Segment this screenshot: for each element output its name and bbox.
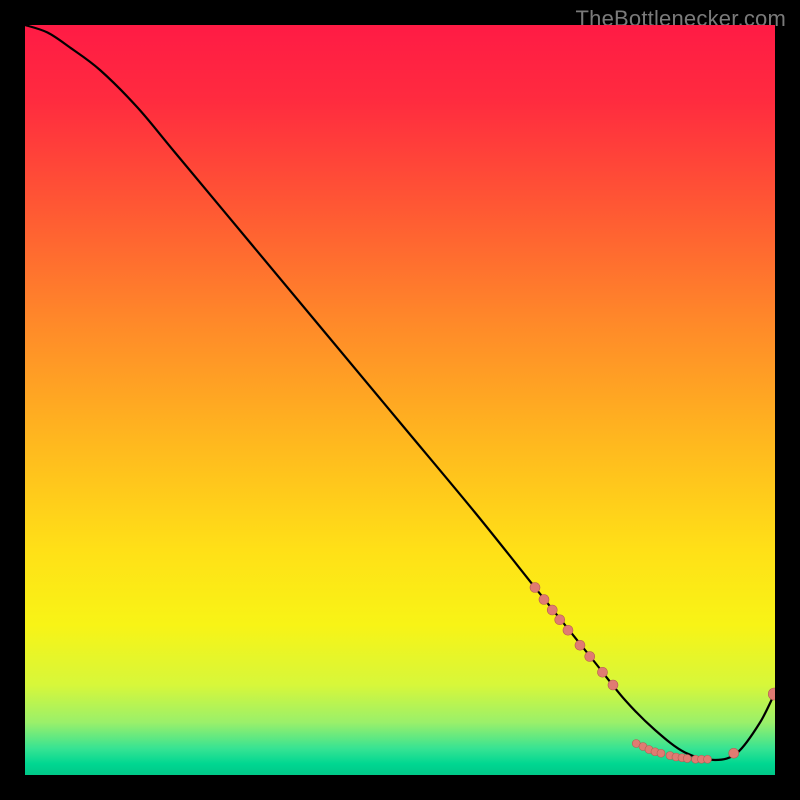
data-marker — [585, 652, 595, 662]
data-marker — [563, 625, 573, 635]
data-marker — [683, 755, 691, 763]
data-marker — [530, 583, 540, 593]
data-marker — [704, 755, 712, 763]
data-marker — [539, 595, 549, 605]
data-marker — [657, 749, 665, 757]
data-marker — [547, 605, 557, 615]
data-marker — [575, 640, 585, 650]
data-marker — [555, 615, 565, 625]
data-marker — [608, 680, 618, 690]
data-marker — [729, 748, 739, 758]
gradient-background — [25, 25, 775, 775]
plot-area — [25, 25, 775, 775]
data-marker — [598, 667, 608, 677]
chart-stage: TheBottlenecker.com — [0, 0, 800, 800]
bottleneck-chart — [25, 25, 775, 775]
